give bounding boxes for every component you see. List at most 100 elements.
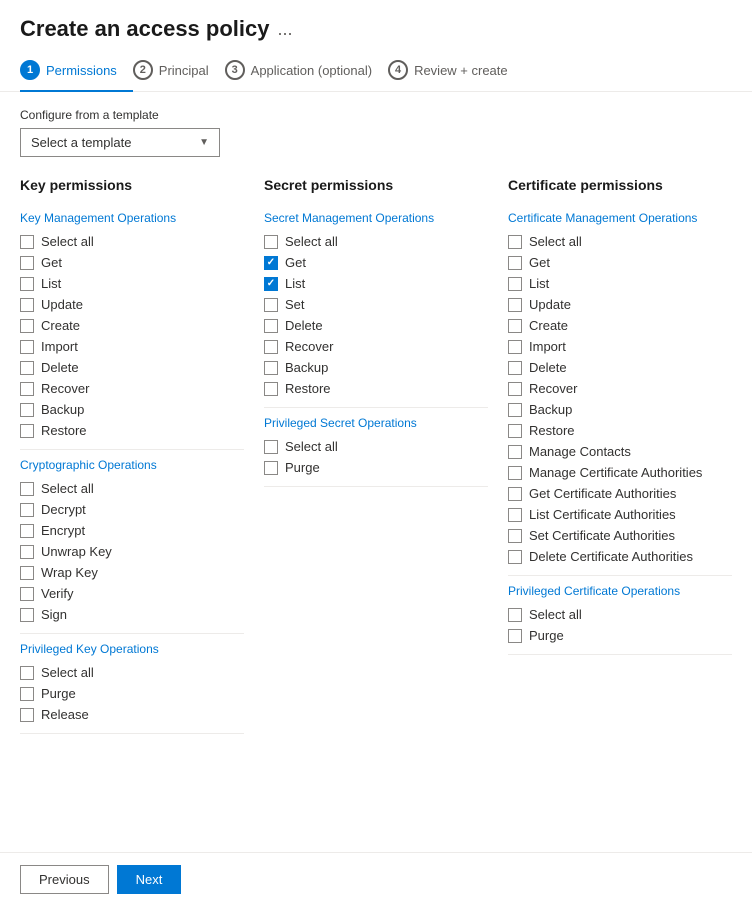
checkbox-key-0-2[interactable] [20,277,34,291]
checkbox-certificate-0-10[interactable] [508,445,522,459]
checkbox-certificate-0-14[interactable] [508,529,522,543]
checkbox-key-0-1[interactable] [20,256,34,270]
tab-review[interactable]: 4 Review + create [388,50,524,92]
label-certificate-0-15: Delete Certificate Authorities [529,549,693,564]
perm-item-key-0-4: Create [20,315,244,336]
checkbox-key-1-2[interactable] [20,524,34,538]
perm-item-secret-0-7: Restore [264,378,488,399]
checkbox-certificate-0-13[interactable] [508,508,522,522]
checkbox-certificate-0-8[interactable] [508,403,522,417]
checkbox-certificate-0-7[interactable] [508,382,522,396]
checkbox-secret-0-3[interactable] [264,298,278,312]
checkbox-key-0-7[interactable] [20,382,34,396]
perm-item-certificate-0-13: List Certificate Authorities [508,504,732,525]
checkbox-key-0-9[interactable] [20,424,34,438]
template-dropdown[interactable]: Select a template ▼ [20,128,220,157]
checkbox-key-0-0[interactable] [20,235,34,249]
checkbox-certificate-1-1[interactable] [508,629,522,643]
checkbox-key-0-6[interactable] [20,361,34,375]
label-key-0-0: Select all [41,234,94,249]
label-certificate-0-9: Restore [529,423,575,438]
checkbox-secret-0-1[interactable] [264,256,278,270]
checkbox-certificate-0-3[interactable] [508,298,522,312]
label-key-1-2: Encrypt [41,523,85,538]
divider-key-1 [20,633,244,634]
checkbox-key-0-4[interactable] [20,319,34,333]
label-certificate-0-12: Get Certificate Authorities [529,486,676,501]
checkbox-certificate-0-9[interactable] [508,424,522,438]
perm-item-key-0-0: Select all [20,231,244,252]
checkbox-certificate-0-11[interactable] [508,466,522,480]
checkbox-secret-0-5[interactable] [264,340,278,354]
checkbox-secret-1-1[interactable] [264,461,278,475]
checkbox-certificate-0-15[interactable] [508,550,522,564]
checkbox-secret-1-0[interactable] [264,440,278,454]
label-key-1-4: Wrap Key [41,565,98,580]
perm-item-key-1-5: Verify [20,583,244,604]
checkbox-certificate-0-1[interactable] [508,256,522,270]
tab-application[interactable]: 3 Application (optional) [225,50,388,92]
label-certificate-0-6: Delete [529,360,567,375]
checkbox-key-1-5[interactable] [20,587,34,601]
tab-principal[interactable]: 2 Principal [133,50,225,92]
checkbox-certificate-0-2[interactable] [508,277,522,291]
checkbox-certificate-0-12[interactable] [508,487,522,501]
checkbox-key-0-8[interactable] [20,403,34,417]
section-label-certificate-1: Privileged Certificate Operations [508,584,732,598]
label-certificate-1-0: Select all [529,607,582,622]
checkbox-secret-0-4[interactable] [264,319,278,333]
perm-item-certificate-0-6: Delete [508,357,732,378]
label-certificate-0-0: Select all [529,234,582,249]
perm-item-certificate-0-10: Manage Contacts [508,441,732,462]
checkbox-secret-0-7[interactable] [264,382,278,396]
label-certificate-0-8: Backup [529,402,572,417]
section-label-key-0: Key Management Operations [20,211,244,225]
label-key-2-2: Release [41,707,89,722]
perm-item-certificate-0-5: Import [508,336,732,357]
checkbox-key-1-3[interactable] [20,545,34,559]
perm-item-key-2-1: Purge [20,683,244,704]
perm-item-key-0-5: Import [20,336,244,357]
checkbox-key-2-2[interactable] [20,708,34,722]
previous-button[interactable]: Previous [20,865,109,894]
label-key-1-6: Sign [41,607,67,622]
checkbox-key-0-5[interactable] [20,340,34,354]
checkbox-certificate-0-5[interactable] [508,340,522,354]
checkbox-secret-0-2[interactable] [264,277,278,291]
perm-item-key-0-3: Update [20,294,244,315]
checkbox-key-1-0[interactable] [20,482,34,496]
checkbox-key-2-1[interactable] [20,687,34,701]
checkbox-certificate-0-0[interactable] [508,235,522,249]
next-button[interactable]: Next [117,865,182,894]
perm-item-key-1-0: Select all [20,478,244,499]
checkbox-key-1-1[interactable] [20,503,34,517]
tab-label-permissions: Permissions [46,63,117,78]
label-key-0-2: List [41,276,61,291]
checkbox-secret-0-0[interactable] [264,235,278,249]
checkbox-certificate-0-6[interactable] [508,361,522,375]
label-secret-0-7: Restore [285,381,331,396]
perm-item-key-0-2: List [20,273,244,294]
checkbox-key-2-0[interactable] [20,666,34,680]
label-certificate-0-13: List Certificate Authorities [529,507,676,522]
label-secret-0-6: Backup [285,360,328,375]
column-secret: Secret permissionsSecret Management Oper… [264,177,488,742]
label-certificate-0-3: Update [529,297,571,312]
perm-item-key-0-9: Restore [20,420,244,441]
perm-item-key-0-1: Get [20,252,244,273]
checkbox-certificate-1-0[interactable] [508,608,522,622]
checkbox-key-1-4[interactable] [20,566,34,580]
page-title: Create an access policy [20,16,269,42]
section-label-key-1: Cryptographic Operations [20,458,244,472]
perm-item-secret-0-0: Select all [264,231,488,252]
perm-item-key-0-7: Recover [20,378,244,399]
label-secret-1-0: Select all [285,439,338,454]
label-certificate-0-4: Create [529,318,568,333]
tab-permissions[interactable]: 1 Permissions [20,50,133,92]
section-label-secret-1: Privileged Secret Operations [264,416,488,430]
checkbox-secret-0-6[interactable] [264,361,278,375]
label-key-1-5: Verify [41,586,74,601]
checkbox-key-0-3[interactable] [20,298,34,312]
checkbox-certificate-0-4[interactable] [508,319,522,333]
checkbox-key-1-6[interactable] [20,608,34,622]
